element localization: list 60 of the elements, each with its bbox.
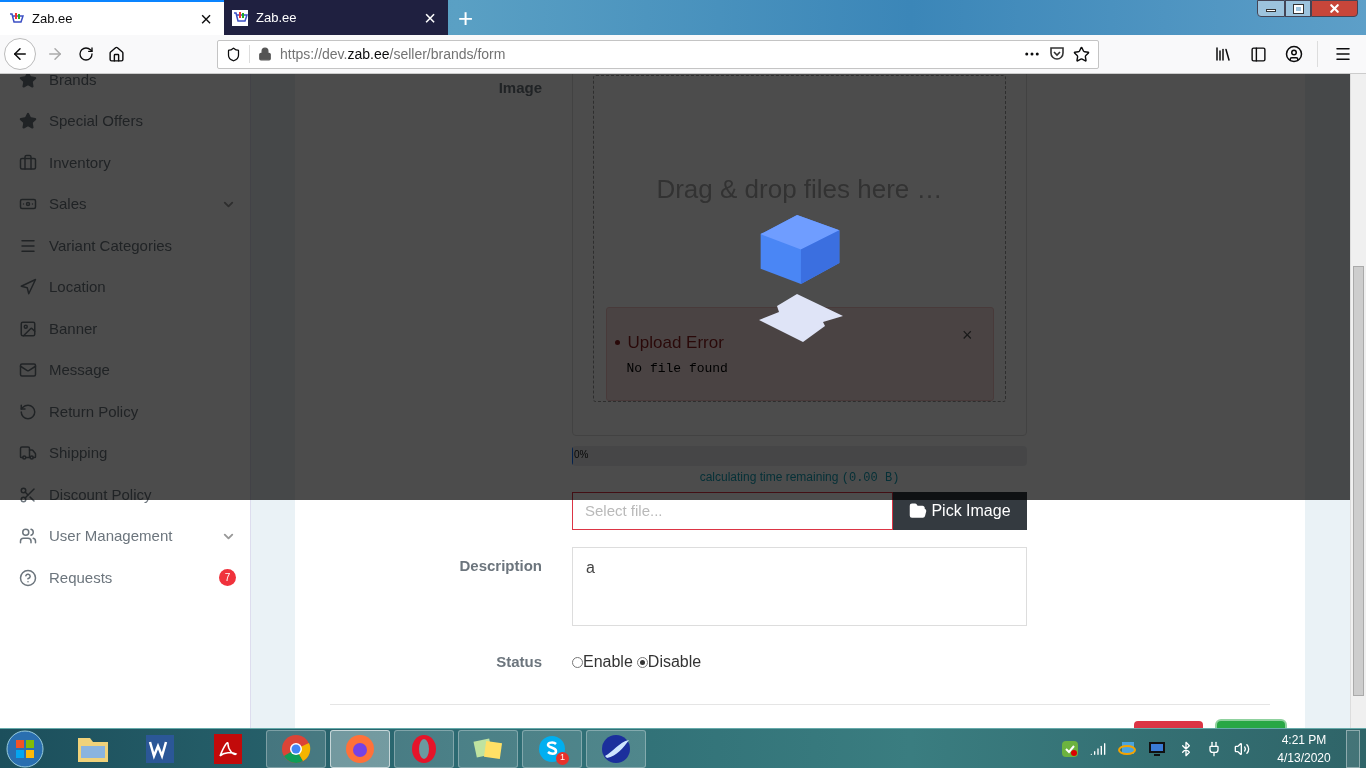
tab-close-button[interactable]: × [196,8,216,29]
show-desktop-button[interactable] [1346,729,1360,768]
document-w-icon[interactable] [144,732,176,765]
lock-icon[interactable] [258,47,272,61]
start-orb-icon[interactable] [6,729,44,768]
home-icon[interactable] [108,45,125,63]
time-remaining-text: calculating time remaining (0.00 B) [698,469,901,487]
library-icon[interactable] [1214,45,1232,63]
sidebar-item[interactable]: User Management [0,515,250,557]
diamond-icon [759,294,843,342]
new-tab-button[interactable]: + [448,0,484,35]
tab-close-button[interactable]: × [420,7,440,28]
monitor-icon[interactable] [1148,740,1166,757]
shield-icon[interactable] [226,46,241,62]
reload-icon[interactable] [78,46,94,62]
address-bar[interactable]: https://dev.zab.ee/seller/brands/form [217,39,1099,69]
cart-logo-icon [232,9,248,26]
close-icon [1328,2,1341,15]
field-label: Description [458,556,542,576]
radio-option[interactable]: Enable [572,650,637,674]
sticky-notes-icon[interactable] [458,729,518,768]
bird-globe-icon[interactable] [586,729,646,768]
field-label: Status [495,651,542,672]
tab-title: Zab.ee [256,8,298,27]
sidebar-icon[interactable] [1250,45,1267,63]
menu-icon[interactable] [1334,45,1352,63]
chrome-icon[interactable] [266,729,326,768]
error-message: No file found [626,360,729,379]
folder-icon [909,502,928,520]
browser-tab[interactable]: Zab.ee × [0,0,224,35]
url-text: https://dev.zab.ee/seller/brands/form [280,44,506,64]
close-window-button[interactable] [1311,0,1358,17]
browser-tab[interactable]: Zab.ee × [224,0,448,35]
tab-title: Zab.ee [32,9,74,28]
radio-button[interactable] [572,656,583,668]
network-globe-icon[interactable] [1118,740,1136,757]
signal-icon[interactable] [1090,740,1106,757]
help-icon [19,568,37,587]
bookmark-star-icon[interactable] [1073,45,1090,63]
radio-button[interactable] [636,656,648,668]
sidebar-item[interactable]: Requests 7 [0,557,250,599]
minimize-button[interactable] [1257,0,1285,17]
back-button[interactable] [4,38,36,70]
description-field[interactable]: a [572,547,1027,626]
volume-icon[interactable] [1234,740,1250,757]
account-icon[interactable] [1285,45,1303,63]
radio-option[interactable]: Disable [636,650,706,674]
power-plug-icon[interactable] [1206,740,1222,757]
count-badge: 7 [219,569,236,587]
restore-button[interactable] [1285,0,1311,17]
users-icon [19,527,37,546]
pocket-icon[interactable] [1049,46,1065,62]
skype-icon[interactable]: 1 [522,729,582,768]
skype-s-icon [538,734,566,763]
pdf-icon[interactable] [214,733,242,764]
clock[interactable]: 4:21 PM 4/13/2020 [1268,730,1340,767]
security-check-icon[interactable] [1062,740,1078,757]
error-title: Upload Error [627,331,724,354]
scrollbar[interactable] [1350,74,1366,728]
firefox-icon[interactable] [330,729,390,768]
